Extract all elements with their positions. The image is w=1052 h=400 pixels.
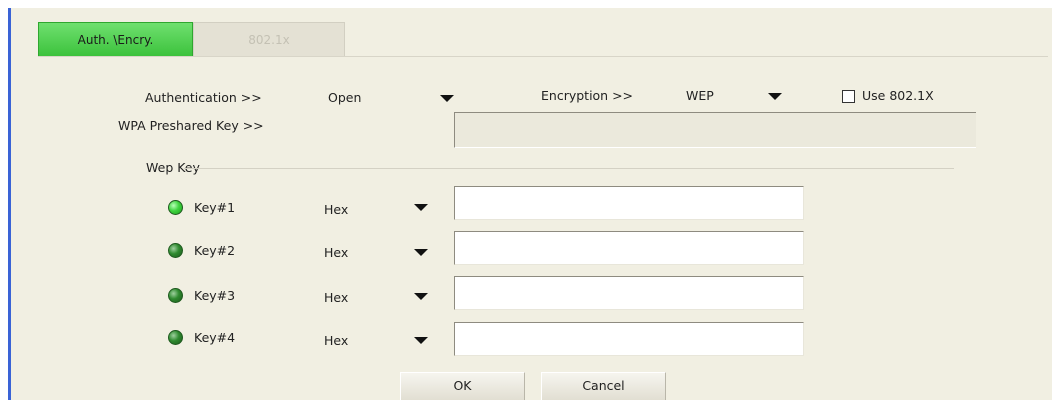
key3-input[interactable] <box>454 276 804 310</box>
key4-format-dropdown-arrow-icon[interactable] <box>414 337 428 344</box>
key1-input[interactable] <box>454 186 804 220</box>
key4-input[interactable] <box>454 322 804 356</box>
tab-divider <box>38 56 1048 57</box>
ok-button[interactable]: OK <box>400 372 525 400</box>
key2-format-dropdown-arrow-icon[interactable] <box>414 249 428 256</box>
use-8021x-label: Use 802.1X <box>862 88 934 103</box>
key4-format-select[interactable]: Hex <box>324 333 348 348</box>
wpa-preshared-key-field <box>454 112 976 148</box>
key2-format-select[interactable]: Hex <box>324 245 348 260</box>
key2-label: Key#2 <box>194 243 236 258</box>
encryption-dropdown-arrow-icon[interactable] <box>768 93 782 100</box>
authentication-label: Authentication >> <box>145 90 262 105</box>
authentication-dropdown-arrow-icon[interactable] <box>440 95 454 102</box>
key2-input[interactable] <box>454 231 804 265</box>
key1-format-dropdown-arrow-icon[interactable] <box>414 204 428 211</box>
wpa-preshared-key-label: WPA Preshared Key >> <box>118 118 264 133</box>
key3-format-dropdown-arrow-icon[interactable] <box>414 293 428 300</box>
authentication-select[interactable]: Open <box>328 90 361 105</box>
encryption-label: Encryption >> <box>541 88 634 103</box>
key1-label: Key#1 <box>194 200 236 215</box>
key1-radio[interactable] <box>168 200 183 215</box>
wep-key-group-divider <box>184 168 954 169</box>
cancel-button[interactable]: Cancel <box>541 372 666 400</box>
key3-format-select[interactable]: Hex <box>324 290 348 305</box>
key4-label: Key#4 <box>194 330 236 345</box>
encryption-select[interactable]: WEP <box>686 88 714 103</box>
tab-auth-encry[interactable]: Auth. \Encry. <box>38 22 193 56</box>
key1-format-select[interactable]: Hex <box>324 202 348 217</box>
key3-label: Key#3 <box>194 288 236 303</box>
tab-8021x[interactable]: 802.1x <box>193 22 345 56</box>
key4-radio[interactable] <box>168 330 183 345</box>
key3-radio[interactable] <box>168 288 183 303</box>
key2-radio[interactable] <box>168 243 183 258</box>
use-8021x-checkbox[interactable] <box>842 90 855 103</box>
